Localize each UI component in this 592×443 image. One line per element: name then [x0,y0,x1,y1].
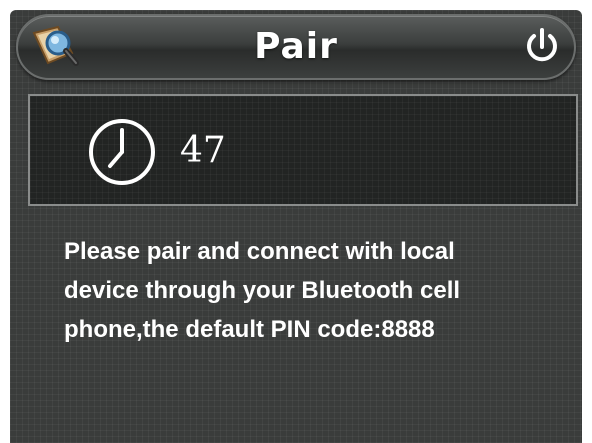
title-bar: Pair [16,14,576,80]
pair-screen: Pair 47 Please pair and connect with loc… [10,10,582,443]
page-title: Pair [254,26,338,67]
countdown-value: 47 [180,130,226,171]
clock-icon [89,119,155,185]
countdown-panel: 47 [28,94,578,206]
power-icon [527,28,557,62]
power-button[interactable] [520,25,564,69]
pairing-instructions: Please pair and connect with local devic… [64,238,461,343]
